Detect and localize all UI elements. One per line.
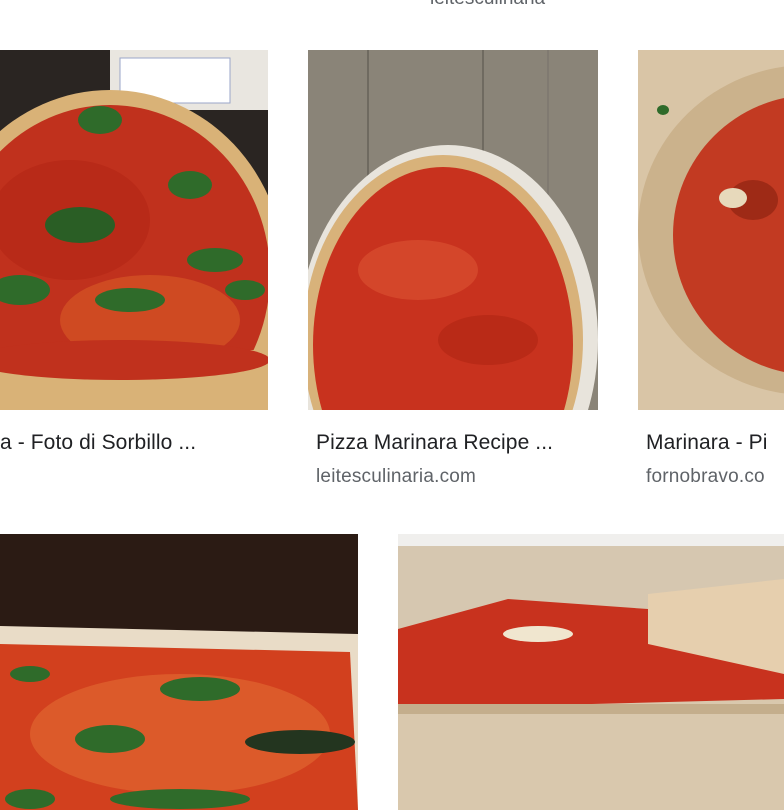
pizza-photo-2: [308, 50, 598, 410]
previous-row-source-clipped: leitesculinaria: [430, 0, 580, 4]
result-image-2[interactable]: [308, 50, 598, 410]
result-caption-2[interactable]: Pizza Marinara Recipe ...: [316, 431, 553, 455]
result-image-5[interactable]: [398, 534, 784, 810]
pizza-photo-4: [0, 534, 358, 810]
pizza-photo-1: [0, 50, 268, 410]
result-source-2[interactable]: leitesculinaria.com: [316, 466, 476, 488]
result-image-3[interactable]: [638, 50, 784, 410]
result-image-1[interactable]: [0, 50, 268, 410]
result-image-4[interactable]: [0, 534, 358, 810]
pizza-photo-5: [398, 534, 784, 810]
result-caption-1[interactable]: a - Foto di Sorbillo ...: [0, 431, 196, 455]
result-source-3[interactable]: fornobravo.co: [646, 466, 765, 488]
result-caption-3[interactable]: Marinara - Pi: [646, 431, 768, 455]
pizza-photo-3: [638, 50, 784, 410]
